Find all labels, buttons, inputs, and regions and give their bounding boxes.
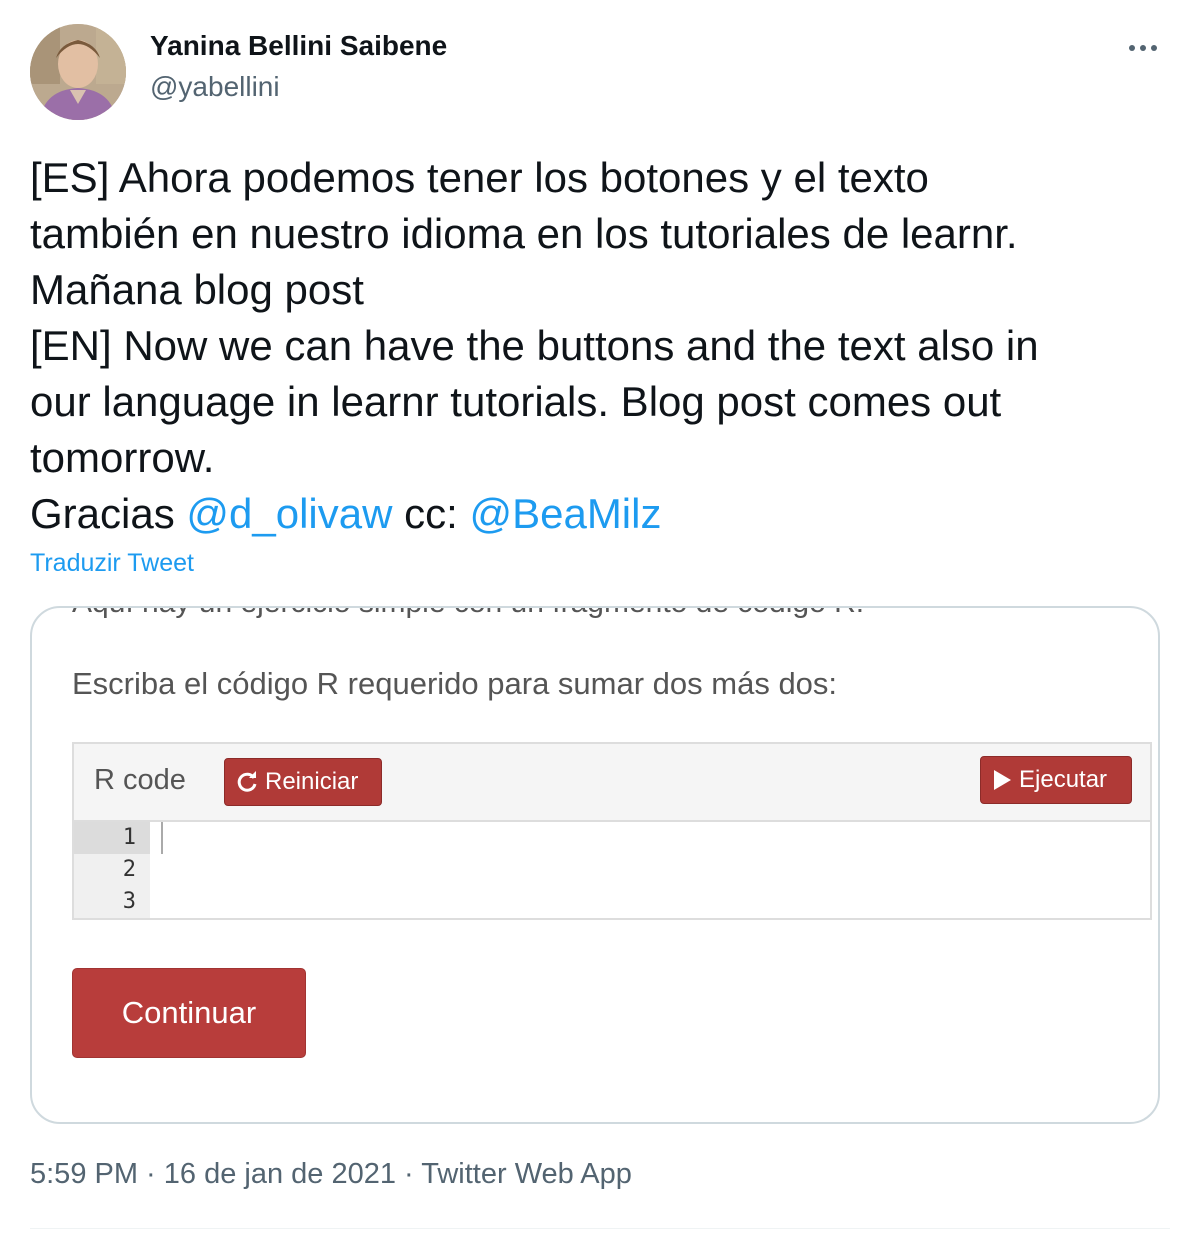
attached-image[interactable]: Aquí hay un ejercicio simple con un frag… [30, 606, 1160, 1124]
line-number-gutter: 1 2 3 [74, 822, 150, 918]
mention-link-d-olivaw[interactable]: @d_olivaw [186, 490, 392, 537]
run-button-label: Ejecutar [1019, 766, 1108, 793]
line-number: 2 [122, 857, 136, 882]
code-editor[interactable]: 1 2 3 [74, 822, 1150, 918]
more-options-button[interactable] [1118, 30, 1168, 66]
avatar-photo [30, 24, 126, 120]
avatar[interactable] [30, 24, 126, 120]
tweet-line: tomorrow. [30, 434, 215, 481]
text-cursor [161, 822, 163, 854]
exercise-prompt: Escriba el código R requerido para sumar… [72, 666, 838, 701]
tweet-metadata: 5:59 PM · 16 de jan de 2021 · Twitter We… [30, 1158, 632, 1191]
continue-button[interactable]: Continuar [72, 968, 306, 1058]
reset-button[interactable]: Reiniciar [224, 758, 382, 806]
line-number: 3 [122, 889, 136, 914]
gracias-text: Gracias [30, 490, 187, 537]
tweet-line-mentions: Gracias @d_olivaw cc: @BeaMilz [30, 486, 1170, 542]
refresh-icon [237, 771, 257, 792]
play-icon [994, 770, 1011, 790]
reset-button-label: Reiniciar [265, 768, 359, 795]
author-handle[interactable]: @yabellini [150, 71, 280, 103]
meta-separator: · [396, 1158, 422, 1190]
code-exercise-panel: R code Reiniciar Ejecutar 1 2 3 [72, 742, 1152, 920]
line-number: 1 [74, 822, 150, 854]
mention-link-beamilz[interactable]: @BeaMilz [469, 490, 661, 537]
translate-tweet-link[interactable]: Traduzir Tweet [30, 549, 194, 578]
tweet-source-link[interactable]: Twitter Web App [421, 1158, 632, 1190]
r-code-label: R code [94, 764, 186, 796]
tweet-time[interactable]: 5:59 PM [30, 1158, 138, 1190]
cc-text: cc: [392, 490, 470, 537]
more-horizontal-icon [1129, 45, 1135, 51]
run-button[interactable]: Ejecutar [980, 756, 1132, 804]
tweet-line: [EN] Now we can have the buttons and the… [30, 322, 1039, 369]
divider [30, 1228, 1170, 1229]
meta-separator: · [138, 1158, 164, 1190]
cropped-intro-text: Aquí hay un ejercicio simple con un frag… [72, 608, 864, 620]
tweet-line: también en nuestro idioma en los tutoria… [30, 210, 1018, 257]
tweet-line: Mañana blog post [30, 266, 364, 313]
tweet-line: [ES] Ahora podemos tener los botones y e… [30, 154, 929, 201]
tweet-text: [ES] Ahora podemos tener los botones y e… [30, 150, 1170, 542]
tweet-line: our language in learnr tutorials. Blog p… [30, 378, 1002, 425]
author-display-name[interactable]: Yanina Bellini Saibene [150, 30, 447, 62]
tweet: Yanina Bellini Saibene @yabellini [ES] A… [0, 0, 1200, 1236]
tweet-date[interactable]: 16 de jan de 2021 [164, 1158, 396, 1190]
code-panel-header: R code Reiniciar Ejecutar [74, 744, 1150, 822]
